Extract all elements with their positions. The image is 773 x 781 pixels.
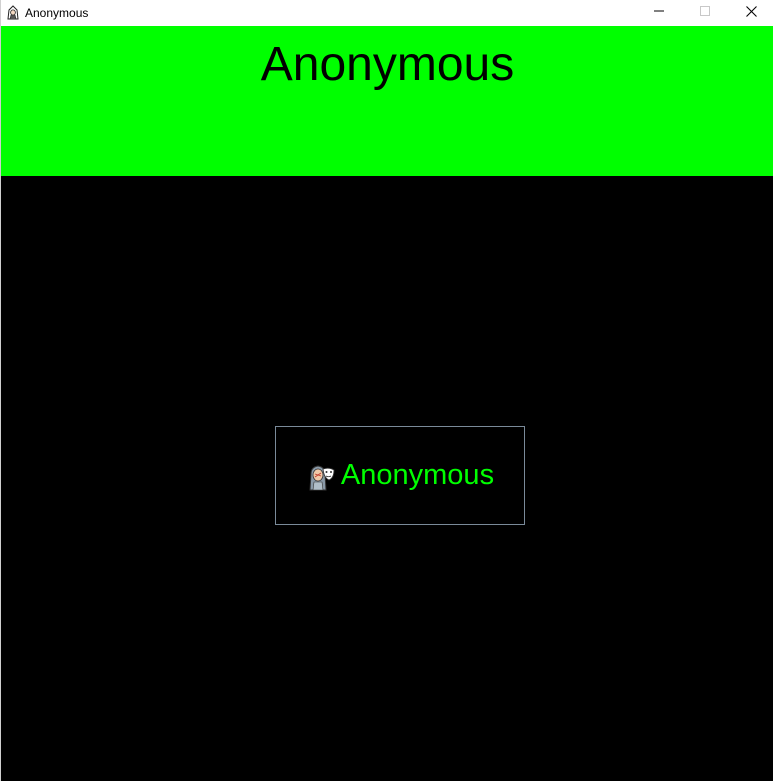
anonymous-masks-icon: [306, 462, 336, 492]
window-title: Anonymous: [25, 6, 89, 20]
main-area: Anonymous: [1, 176, 773, 781]
anonymous-button-label: Anonymous: [340, 459, 495, 491]
maximize-button[interactable]: [682, 0, 728, 22]
app-window: Anonymous Anonymous Anonymous: [0, 0, 773, 781]
window-controls: [636, 0, 773, 22]
anonymous-button[interactable]: Anonymous: [275, 426, 525, 525]
maximize-icon: [700, 6, 710, 16]
minimize-button[interactable]: [636, 0, 682, 22]
close-icon: [745, 5, 757, 17]
minimize-icon: [654, 10, 664, 12]
hooded-figure-icon: [5, 5, 21, 21]
header-banner: Anonymous: [1, 26, 773, 176]
page-title: Anonymous: [260, 38, 515, 91]
close-button[interactable]: [728, 0, 773, 22]
title-bar[interactable]: Anonymous: [1, 0, 773, 26]
